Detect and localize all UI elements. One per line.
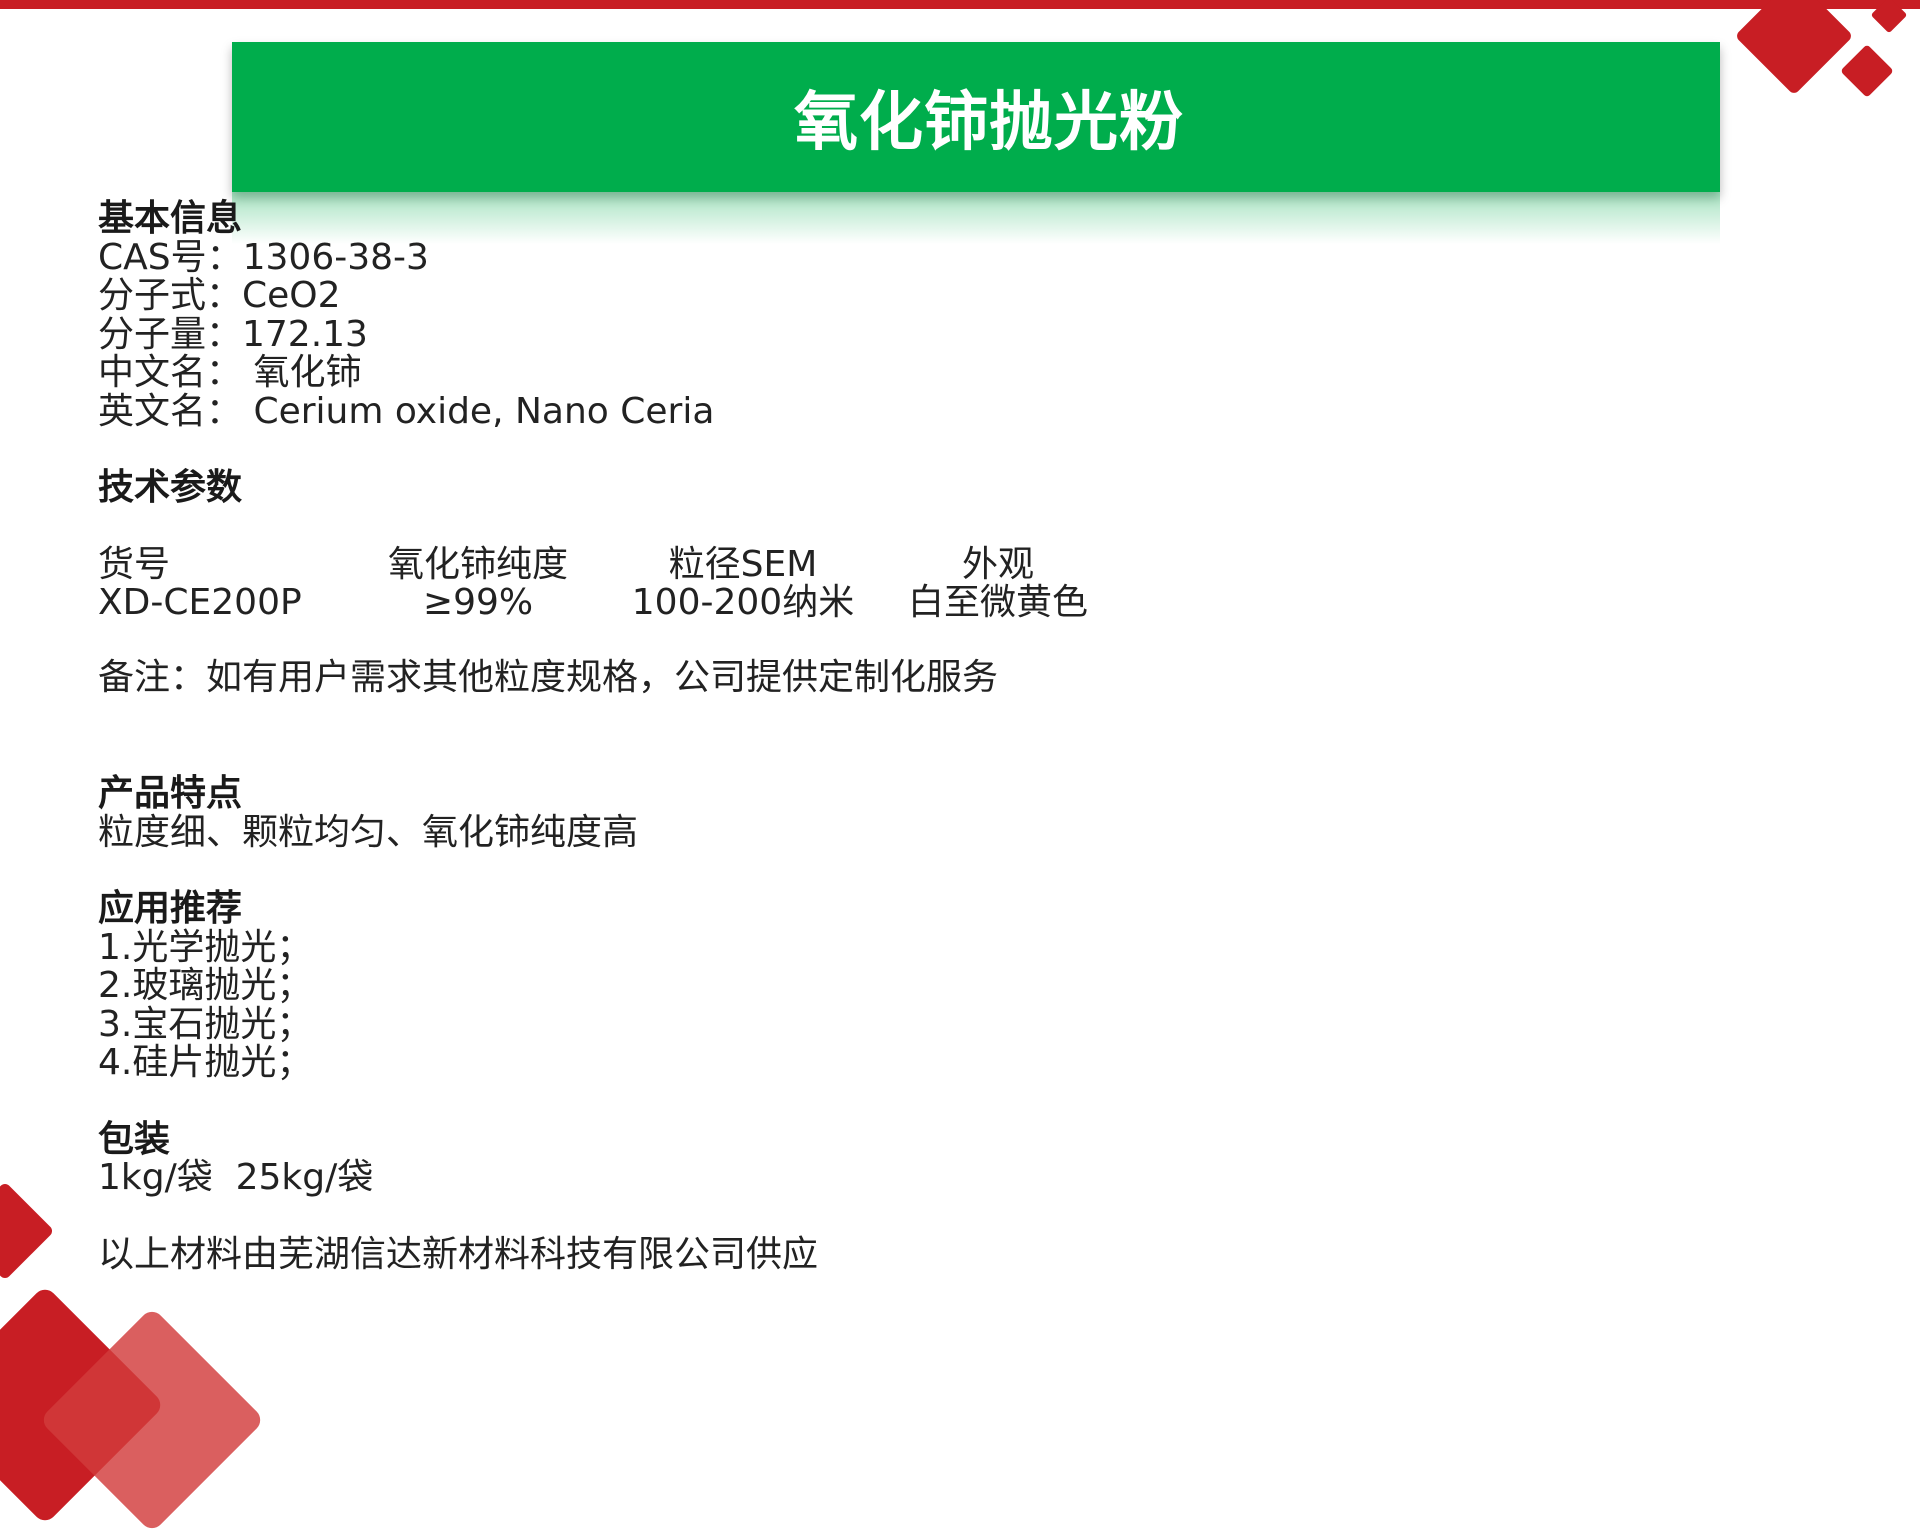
top-accent-rule [0, 0, 1920, 9]
tech-params-heading: 技术参数 [98, 467, 243, 508]
spec-header-particle-size: 粒径SEM [668, 543, 818, 585]
application-item: 2.玻璃抛光； [98, 965, 313, 1006]
packaging-heading: 包装 [98, 1118, 171, 1160]
supplier-text: 以上材料由芜湖信达新材料科技有限公司供应 [98, 1233, 819, 1275]
spec-table: 货号 氧化铈纯度 粒径SEM 外观 XD-CE200P ≥99% 100-200… [98, 543, 1598, 623]
application-item: 3.宝石抛光； [98, 1003, 313, 1045]
custom-note: 备注：如有用户需求其他粒度规格，公司提供定制化服务 [98, 656, 999, 698]
molecular-formula: 分子式：CeO2 [98, 275, 341, 316]
molecular-weight: 分子量：172.13 [98, 313, 368, 355]
decor-diamond-small [1840, 44, 1894, 98]
spec-value-purity: ≥99% [422, 582, 534, 623]
chinese-name: 中文名： 氧化铈 [98, 352, 362, 393]
page-title: 氧化铈抛光粉 [794, 86, 1184, 160]
decor-diamond-large [1734, 0, 1854, 96]
application-item: 4.硅片抛光； [98, 1042, 313, 1083]
packaging-text: 1kg/袋 25kg/袋 [98, 1157, 374, 1198]
spec-value-appearance: 白至微黄色 [907, 582, 1088, 623]
cas-number: CAS号：1306-38-3 [98, 236, 429, 278]
spec-value-item-no: XD-CE200P [98, 582, 302, 623]
application-item: 1.光学抛光； [98, 926, 313, 968]
spec-header-appearance: 外观 [961, 543, 1034, 585]
features-text: 粒度细、颗粒均匀、氧化铈纯度高 [98, 811, 639, 853]
product-sheet: 基本信息 CAS号：1306-38-3 分子式：CeO2 分子量：172.13 … [98, 198, 1598, 1275]
spec-value-particle-size: 100-200纳米 [631, 582, 855, 623]
features-heading: 产品特点 [98, 773, 243, 814]
basic-info-heading: 基本信息 [98, 198, 243, 239]
spec-header-item-no: 货号 [98, 543, 171, 585]
english-name: 英文名： Cerium oxide, Nano Ceria [98, 390, 715, 432]
applications-heading: 应用推荐 [98, 888, 243, 929]
decor-diamond-left [0, 1181, 55, 1281]
spec-header-purity: 氧化铈纯度 [387, 543, 568, 585]
title-banner: 氧化铈抛光粉 [232, 42, 1720, 244]
